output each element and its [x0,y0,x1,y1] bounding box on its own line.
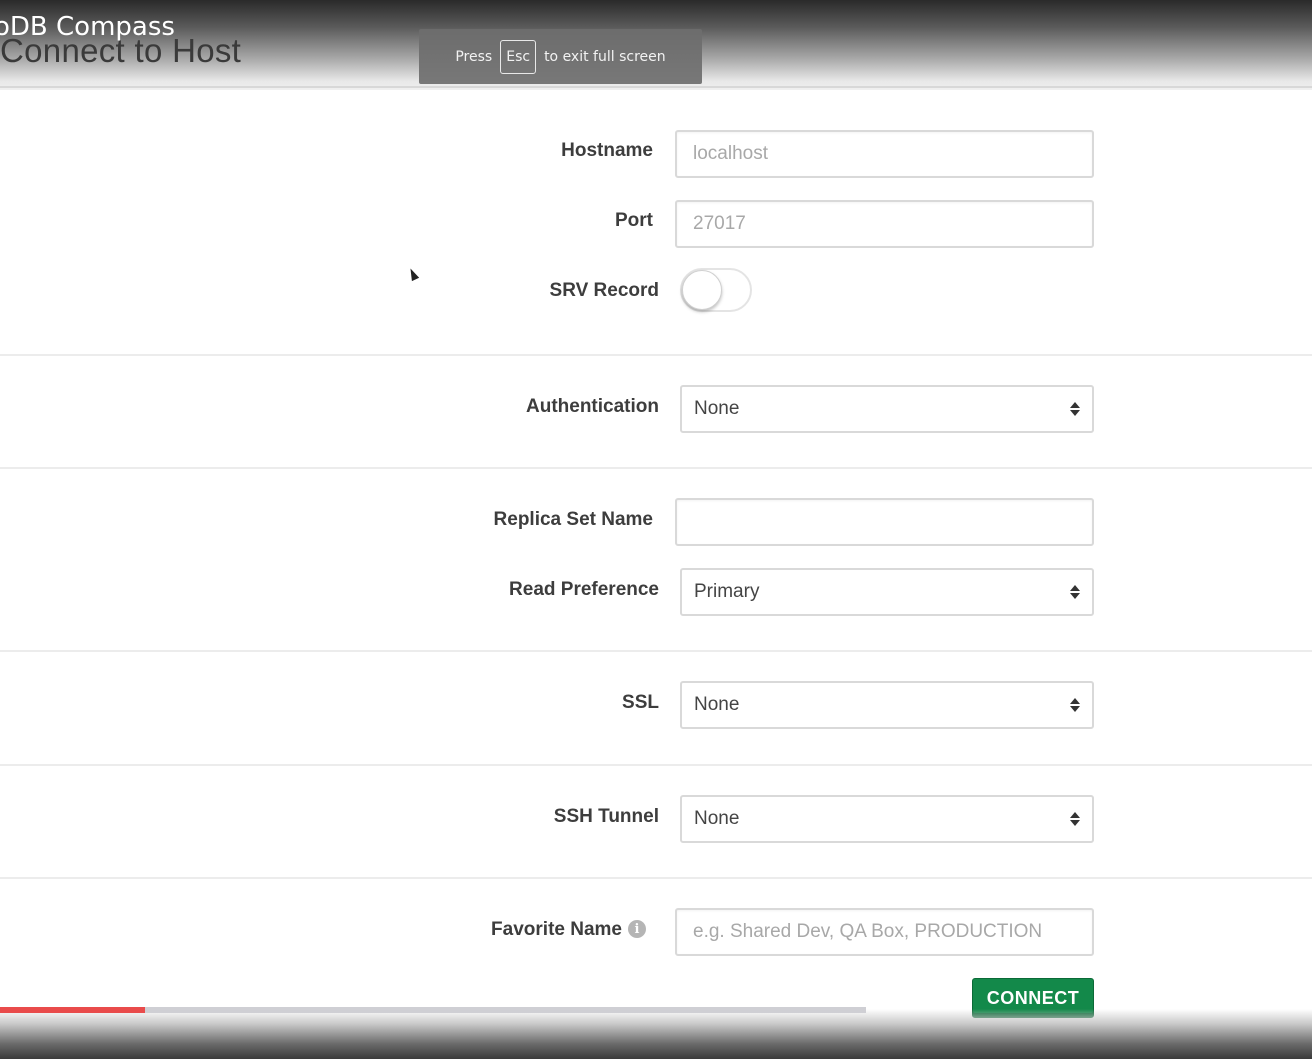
toast-suffix: to exit full screen [544,48,666,65]
select-arrows-icon [1070,585,1080,599]
esc-key-hint: Esc [500,39,537,74]
mouse-cursor-icon [406,266,420,282]
favorite-name-field [675,908,1094,956]
toast-prefix: Press [455,48,493,65]
favorite-name-input[interactable] [677,910,1092,954]
section-divider [0,764,1312,766]
read-preference-value: Primary [694,581,760,602]
select-arrows-icon [1070,698,1080,712]
hostname-label: Hostname [561,140,653,161]
authentication-label: Authentication [526,396,659,417]
hostname-field [675,130,1094,178]
srv-record-toggle[interactable] [680,268,752,312]
port-label: Port [615,210,653,231]
ssl-label: SSL [622,692,659,713]
ssh-tunnel-value: None [694,808,740,829]
ssl-select[interactable]: None [680,681,1094,729]
hostname-input[interactable] [677,132,1092,176]
port-field [675,200,1094,248]
select-arrows-icon [1070,402,1080,416]
video-progress-bar[interactable] [0,1007,866,1013]
replica-set-name-field [675,498,1094,546]
video-title: oDB Compass [0,12,175,42]
info-icon[interactable]: i [628,920,646,938]
replica-set-name-label: Replica Set Name [493,509,653,530]
video-progress-fill [0,1007,146,1013]
ssh-tunnel-select[interactable]: None [680,795,1094,843]
section-divider [0,877,1312,879]
ssl-value: None [694,694,740,715]
section-divider [0,467,1312,469]
authentication-value: None [694,398,740,419]
select-arrows-icon [1070,812,1080,826]
ssh-tunnel-label: SSH Tunnel [553,806,659,827]
read-preference-select[interactable]: Primary [680,568,1094,616]
replica-set-name-input[interactable] [677,500,1092,544]
section-divider [0,354,1312,356]
port-input[interactable] [677,202,1092,246]
fullscreen-toast: Press Esc to exit full screen [419,29,702,84]
read-preference-label: Read Preference [509,579,659,600]
favorite-name-label: Favorite Name [491,919,622,940]
header-divider [0,86,1312,88]
toggle-knob [682,270,722,310]
section-divider [0,650,1312,652]
player-controls-overlay [0,1009,1312,1059]
authentication-select[interactable]: None [680,385,1094,433]
srv-record-label: SRV Record [549,280,659,301]
